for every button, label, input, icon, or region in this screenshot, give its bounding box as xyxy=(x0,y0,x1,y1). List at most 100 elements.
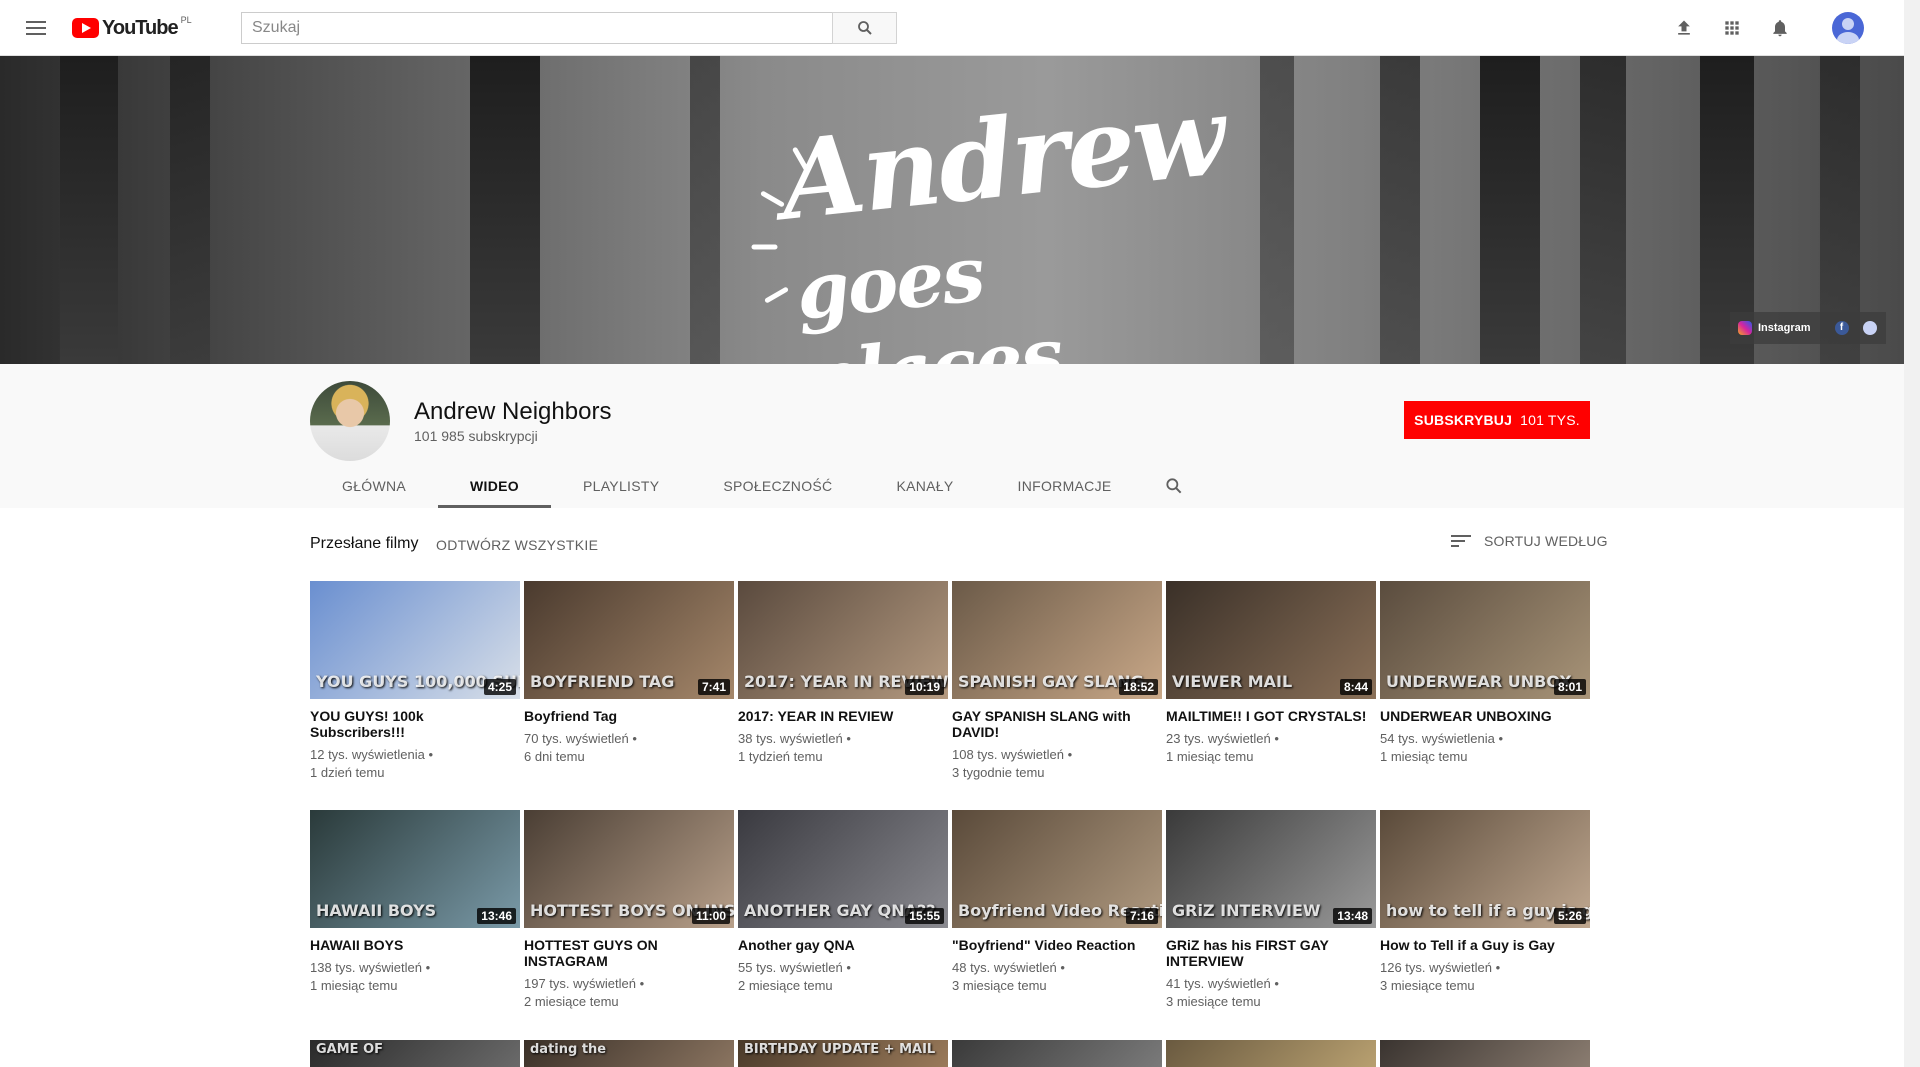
video-title[interactable]: MAILTIME!! I GOT CRYSTALS! xyxy=(1166,708,1376,724)
video-thumbnail[interactable]: ANOTHER GAY QNA?? 15:55 xyxy=(738,810,948,928)
video-card[interactable]: SPANISH GAY SLANG 18:52 GAY SPANISH SLANG … xyxy=(952,581,1162,810)
video-card[interactable]: GRiZ INTERVIEW 13:48 GRiZ has his FIRST GA… xyxy=(1166,810,1376,1039)
video-title[interactable]: GAY SPANISH SLANG with DAVID! xyxy=(952,708,1162,740)
video-thumbnail[interactable]: Boyfriend Video Reaction7:16 xyxy=(952,810,1162,928)
video-meta: 70 tys. wyświetleń • 6 dni temu xyxy=(524,731,637,764)
video-card[interactable]: Boyfriend Video Reaction7:16 "Boyfriend" … xyxy=(952,810,1162,1039)
video-views: 41 tys. wyświetleń xyxy=(1166,976,1271,991)
video-card[interactable]: UNDERWEAR UNBOX 8:01 UNDERWEAR UNBOXING 54 … xyxy=(1380,581,1590,810)
video-thumbnail[interactable]: YOU GUYS 100,000 SUBSCRIBERS!!!!4:25 xyxy=(310,581,520,699)
search-icon xyxy=(857,21,872,35)
instagram-link[interactable]: Instagram xyxy=(1758,322,1811,334)
tab-videos[interactable]: WIDEO xyxy=(438,464,551,508)
tab-home[interactable]: GŁÓWNA xyxy=(310,464,438,508)
search-button[interactable] xyxy=(832,12,897,44)
video-meta: 12 tys. wyświetlenia • 1 dzień temu xyxy=(310,747,434,780)
video-meta: 126 tys. wyświetleń • 3 miesiące temu xyxy=(1380,960,1501,993)
video-meta: 48 tys. wyświetleń • 3 miesiące temu xyxy=(952,960,1065,993)
video-views: 197 tys. wyświetleń xyxy=(524,976,636,991)
social-links: Instagram f xyxy=(1730,312,1886,344)
play-all-button[interactable]: ODTWÓRZ WSZYSTKIE xyxy=(436,537,598,553)
globe-icon[interactable] xyxy=(1862,321,1877,335)
thumbnail-text: VIEWER MAIL xyxy=(1172,672,1293,691)
video-age: 1 tydzień temu xyxy=(738,749,823,764)
video-card[interactable]: YOU GUYS 100,000 SUBSCRIBERS!!!!4:25 YOU … xyxy=(310,581,520,810)
video-card[interactable]: HOTTEST BOYS ON INSTA11:00 HOTTEST GUYS O… xyxy=(524,810,734,1039)
video-meta: 38 tys. wyświetleń • 1 tydzień temu xyxy=(738,731,851,764)
video-card[interactable]: 2017: YEAR IN REVIEW 10:19 2017: YEAR IN R… xyxy=(738,581,948,810)
thumbnail-text: HAWAII BOYS xyxy=(316,901,437,920)
video-title[interactable]: Boyfriend Tag xyxy=(524,708,734,724)
notifications-bell-icon[interactable] xyxy=(1768,16,1792,40)
video-title[interactable]: 2017: YEAR IN REVIEW xyxy=(738,708,948,724)
video-card[interactable]: how to tell if a guy is gay5:26 How to Te… xyxy=(1380,810,1590,1039)
video-thumbnail[interactable]: UNDERWEAR UNBOX 8:01 xyxy=(1380,581,1590,699)
video-thumbnail[interactable]: HAWAII BOYS 13:46 xyxy=(310,810,520,928)
video-thumbnail[interactable]: 2017: YEAR IN REVIEW 10:19 xyxy=(738,581,948,699)
thumbnail-text: GAME OF xyxy=(316,1042,384,1057)
video-age: 3 miesiące temu xyxy=(1380,978,1475,993)
instagram-icon[interactable] xyxy=(1738,321,1752,335)
video-views: 70 tys. wyświetleń xyxy=(524,731,629,746)
video-thumbnail[interactable]: BOYFRIEND TAG 7:41 xyxy=(524,581,734,699)
video-title[interactable]: How to Tell if a Guy is Gay xyxy=(1380,937,1590,953)
video-thumbnail[interactable]: how to tell if a guy is gay5:26 xyxy=(1380,810,1590,928)
video-card[interactable]: HAWAII BOYS 13:46 HAWAII BOYS 138 tys. wyśw… xyxy=(310,810,520,1039)
video-meta: 23 tys. wyświetleń • 1 miesiąc temu xyxy=(1166,731,1279,764)
video-thumbnail[interactable]: HOTTEST BOYS ON INSTA11:00 xyxy=(524,810,734,928)
thumbnail-text: BOYFRIEND TAG xyxy=(530,672,675,691)
video-thumbnail[interactable]: dating the xyxy=(524,1040,734,1067)
youtube-logo[interactable]: YouTube PL xyxy=(72,15,192,39)
video-grid-partial-row: GAME OF dating the BIRTHDAY UPDATE + MAIL xyxy=(310,1040,1596,1067)
tab-channels[interactable]: KANAŁY xyxy=(864,464,985,508)
video-thumbnail[interactable]: BIRTHDAY UPDATE + MAIL xyxy=(738,1040,948,1067)
video-meta: 54 tys. wyświetlenia • 1 miesiąc temu xyxy=(1380,731,1504,764)
video-thumbnail[interactable]: GAME OF xyxy=(310,1040,520,1067)
facebook-icon[interactable]: f xyxy=(1834,321,1849,335)
video-card[interactable]: ANOTHER GAY QNA?? 15:55 Another gay QNA 55 … xyxy=(738,810,948,1039)
video-age: 1 miesiąc temu xyxy=(310,978,398,993)
video-age: 1 miesiąc temu xyxy=(1380,749,1468,764)
video-age: 6 dni temu xyxy=(524,749,585,764)
video-title[interactable]: HOTTEST GUYS ON INSTAGRAM xyxy=(524,937,734,969)
video-duration: 7:41 xyxy=(697,679,730,695)
video-thumbnail[interactable] xyxy=(952,1040,1162,1067)
video-duration: 8:01 xyxy=(1553,679,1586,695)
tab-playlists[interactable]: PLAYLISTY xyxy=(551,464,691,508)
scrollbar[interactable] xyxy=(1904,0,1920,1067)
video-title[interactable]: Another gay QNA xyxy=(738,937,948,953)
tab-about[interactable]: INFORMACJE xyxy=(986,464,1144,508)
video-title[interactable]: HAWAII BOYS xyxy=(310,937,520,953)
video-thumbnail[interactable] xyxy=(1166,1040,1376,1067)
video-card[interactable]: BOYFRIEND TAG 7:41 Boyfriend Tag 70 tys. wy… xyxy=(524,581,734,810)
menu-icon[interactable] xyxy=(24,16,48,40)
channel-avatar[interactable] xyxy=(310,381,390,461)
video-title[interactable]: YOU GUYS! 100k Subscribers!!! xyxy=(310,708,520,740)
subscribe-button[interactable]: SUBSKRYBUJ 101 TYS. xyxy=(1404,401,1590,439)
sort-button[interactable]: SORTUJ WEDŁUG xyxy=(1450,533,1608,549)
video-title[interactable]: "Boyfriend" Video Reaction xyxy=(952,937,1162,953)
video-thumbnail[interactable]: GRiZ INTERVIEW 13:48 xyxy=(1166,810,1376,928)
video-card[interactable]: VIEWER MAIL 8:44 MAILTIME!! I GOT CRYSTALS… xyxy=(1166,581,1376,810)
channel-search-button[interactable] xyxy=(1144,464,1204,508)
video-title[interactable]: UNDERWEAR UNBOXING xyxy=(1380,708,1590,724)
tab-community[interactable]: SPOŁECZNOŚĆ xyxy=(691,464,864,508)
channel-header: Andrew Neighbors 101 985 subskrypcji SUB… xyxy=(0,364,1904,508)
video-duration: 18:52 xyxy=(1119,679,1158,695)
top-icons xyxy=(1672,12,1864,44)
video-title[interactable]: GRiZ has his FIRST GAY INTERVIEW xyxy=(1166,937,1376,969)
sort-label: SORTUJ WEDŁUG xyxy=(1484,533,1608,549)
subscriber-count: 101 985 subskrypcji xyxy=(414,428,538,444)
video-age: 1 miesiąc temu xyxy=(1166,749,1254,764)
video-thumbnail[interactable]: SPANISH GAY SLANG 18:52 xyxy=(952,581,1162,699)
account-avatar[interactable] xyxy=(1832,12,1864,44)
video-meta: 197 tys. wyświetleń • 2 miesiące temu xyxy=(524,976,645,1009)
video-views: 138 tys. wyświetleń xyxy=(310,960,422,975)
upload-icon[interactable] xyxy=(1672,16,1696,40)
video-thumbnail[interactable] xyxy=(1380,1040,1590,1067)
apps-grid-icon[interactable] xyxy=(1720,16,1744,40)
search-input[interactable] xyxy=(241,12,832,44)
video-views: 38 tys. wyświetleń xyxy=(738,731,843,746)
video-thumbnail[interactable]: VIEWER MAIL 8:44 xyxy=(1166,581,1376,699)
youtube-play-icon xyxy=(72,18,99,38)
